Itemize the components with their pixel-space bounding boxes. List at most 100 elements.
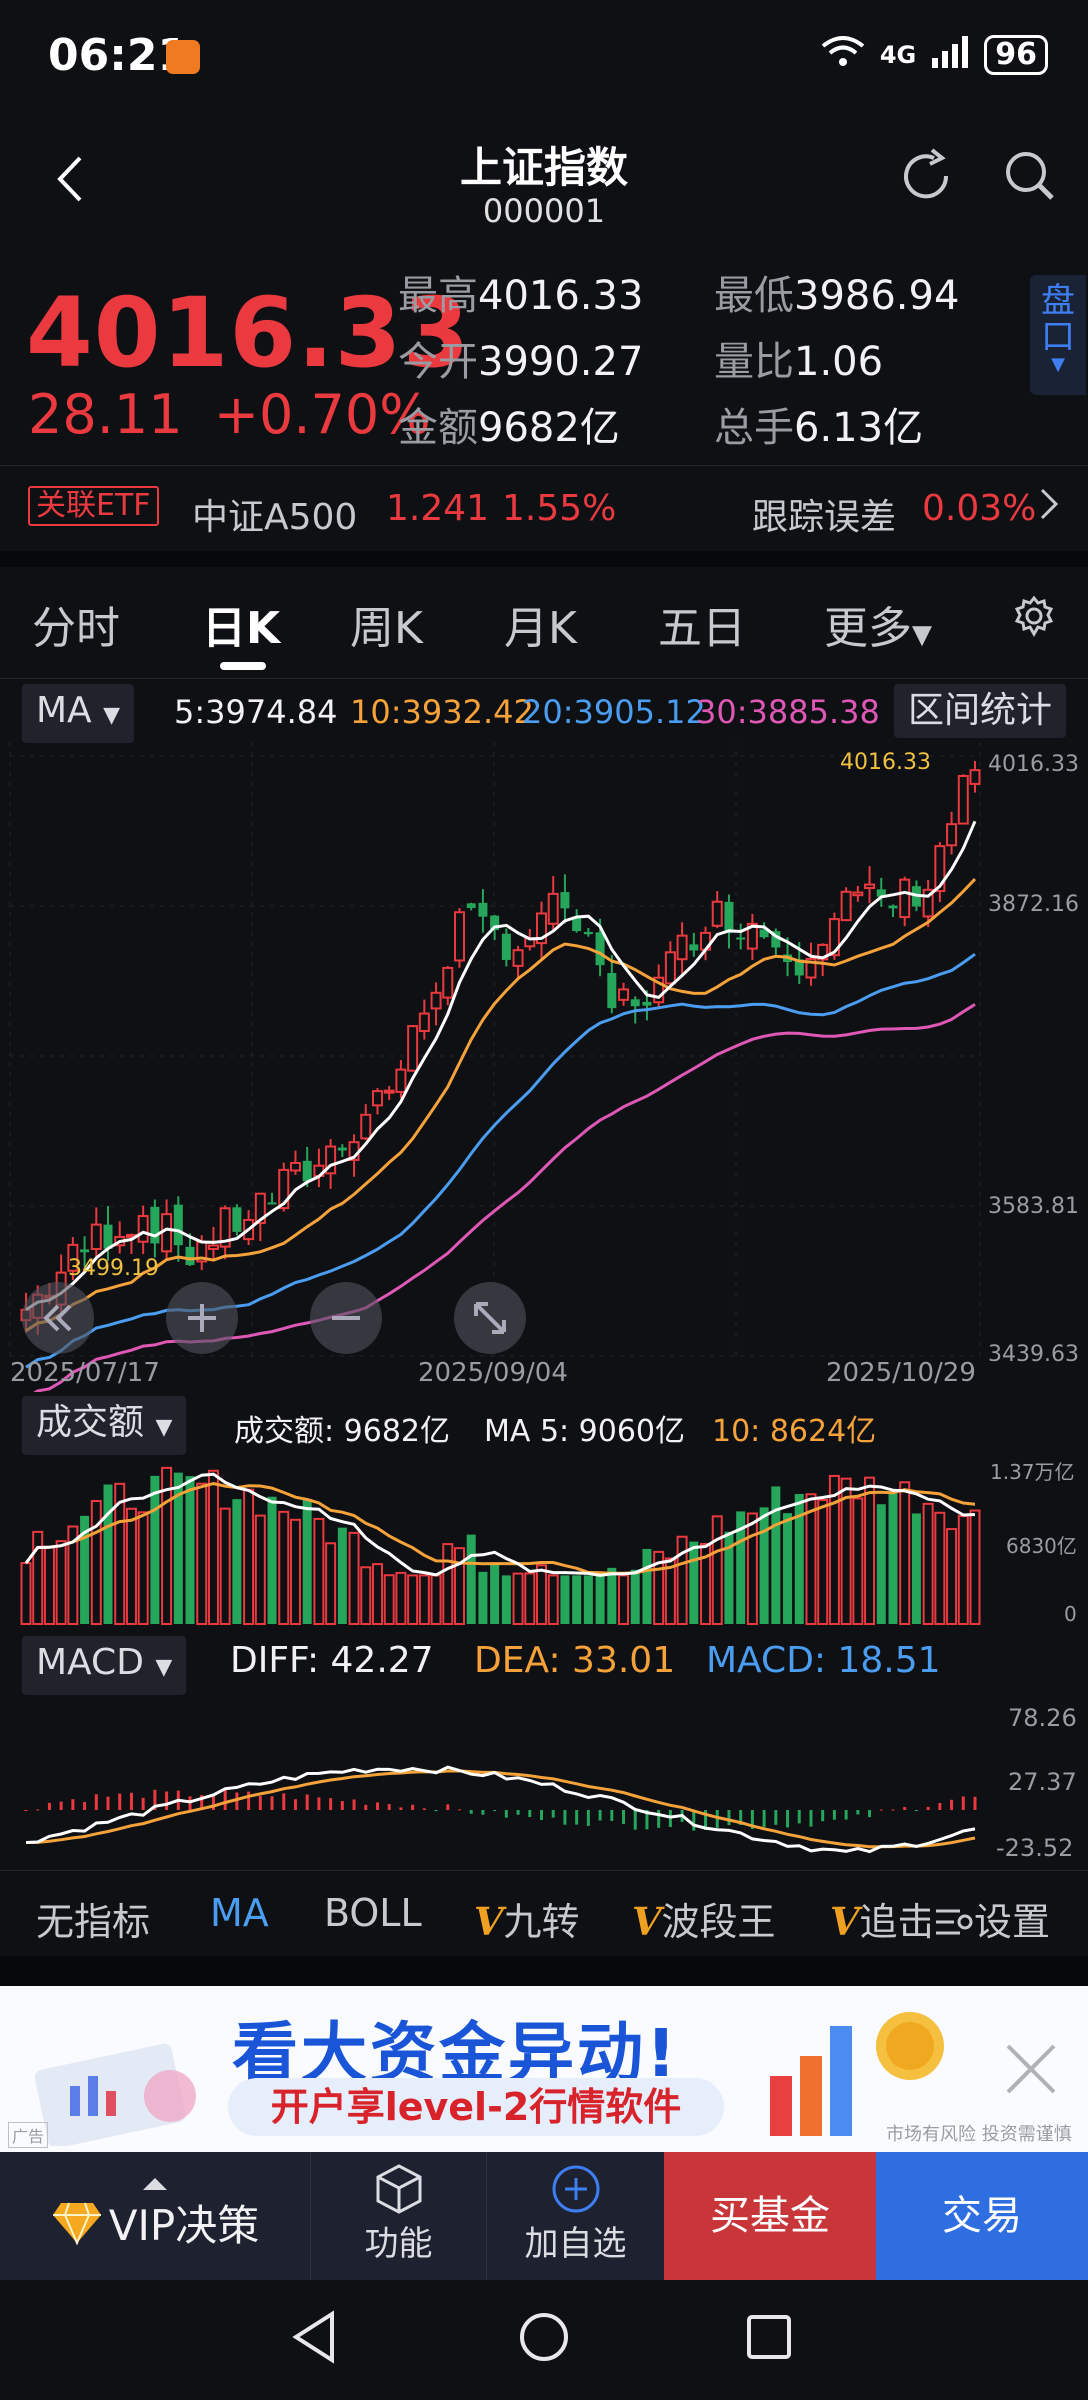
indicator-boll[interactable]: BOLL (324, 1891, 422, 1935)
gear-icon (1014, 595, 1054, 638)
y-label-bottom: 3439.63 (988, 1342, 1079, 1367)
indicator-ma[interactable]: MA (210, 1891, 269, 1935)
indicator-zhuiji[interactable]: V追击 (830, 1891, 930, 1946)
zoom-out-button[interactable] (310, 1282, 382, 1354)
fullscreen-button[interactable] (454, 1282, 526, 1354)
indicator-jiuzhuan[interactable]: V九转 (474, 1891, 580, 1946)
tab-daily-k[interactable]: 日K (202, 592, 280, 656)
indicator-none[interactable]: 无指标 (36, 1891, 150, 1946)
macd-bar (223, 1789, 227, 1810)
ad-illustration (30, 2036, 230, 2150)
volume-selector[interactable]: 成交额 ▼ (22, 1396, 187, 1455)
volume-bar (642, 1548, 652, 1624)
macd-bar (551, 1810, 555, 1818)
system-home-button[interactable] (517, 2310, 571, 2368)
volume-bar (313, 1517, 325, 1625)
macd-bar (329, 1798, 333, 1810)
macd-bar (797, 1810, 801, 1824)
volume-bar (466, 1534, 476, 1624)
volume-bar (583, 1575, 593, 1624)
high-marker: 4016.33 (840, 750, 931, 775)
tab-weekly-k[interactable]: 周K (350, 592, 423, 656)
volume-y-top: 1.37万亿 (990, 1460, 1075, 1484)
ad-banner[interactable]: 看大资金异动! 开户享level-2行情软件 市场有风险 投资需谨慎 广告 (0, 1986, 1088, 2152)
date-label-start: 2025/07/17 (10, 1358, 160, 1388)
candle-body (642, 1001, 652, 1006)
volume-ma10: 10: 8624亿 (712, 1414, 877, 1449)
low-marker: 3499.19 (68, 1256, 159, 1281)
macd-bar (352, 1799, 356, 1810)
trade-button[interactable]: 交易 (876, 2152, 1088, 2280)
volume-bar (325, 1542, 337, 1625)
related-etf-row[interactable]: 关联ETF 中证A500 1.241 1.55% 跟踪误差 0.03% (0, 465, 1088, 551)
volume-bar (278, 1510, 290, 1625)
indicator-boduanwang[interactable]: V波段王 (632, 1891, 776, 1946)
candle-body (630, 999, 640, 1007)
macd-bar (598, 1810, 602, 1821)
search-button[interactable] (1000, 146, 1060, 210)
macd-selector[interactable]: MACD ▼ (22, 1636, 187, 1695)
volume-bar (595, 1575, 605, 1624)
macd-bar (973, 1796, 977, 1810)
refresh-button[interactable] (896, 146, 956, 210)
tracking-error-label: 跟踪误差 (752, 497, 897, 538)
macd-bar (821, 1810, 825, 1822)
candle-body (736, 937, 746, 940)
close-icon (1006, 2044, 1056, 2094)
candle-body (711, 900, 723, 927)
stat-total-hands: 总手6.13亿 (714, 405, 924, 451)
kline-chart[interactable]: 4016.33 3499.19 4016.33 3872.16 3583.81 … (0, 742, 1088, 1400)
minus-icon (332, 1316, 360, 1320)
macd-bar (610, 1810, 614, 1821)
network-type: 4G (879, 41, 917, 69)
bottom-nav: VIP决策 功能 加自选 买基金 交易 (0, 2152, 1088, 2280)
macd-bar (844, 1810, 848, 1820)
scroll-left-button[interactable] (22, 1282, 94, 1354)
system-recents-button[interactable] (744, 2312, 794, 2366)
triangle-back-icon (292, 2310, 334, 2364)
v-badge-icon: V (632, 1899, 662, 1944)
macd-y-bottom: -23.52 (996, 1834, 1074, 1862)
macd-chart: 78.26 27.37 -23.52 (0, 1694, 1088, 1870)
range-stats-button[interactable]: 区间统计 (894, 684, 1067, 738)
order-book-button[interactable]: 盘口 ▼ (1030, 275, 1086, 395)
volume-bar (207, 1469, 219, 1626)
candle-body (689, 944, 699, 951)
buy-fund-button[interactable]: 买基金 (664, 2152, 876, 2280)
zoom-in-button[interactable] (166, 1282, 238, 1354)
macd-bar (657, 1810, 661, 1828)
function-button[interactable]: 功能 (310, 2152, 486, 2280)
tab-intraday[interactable]: 分时 (32, 592, 120, 656)
tab-monthly-k[interactable]: 月K (504, 592, 577, 656)
volume-bar (536, 1564, 548, 1626)
macd-bar (247, 1791, 251, 1810)
volume-y-mid: 6830亿 (1006, 1534, 1077, 1558)
vip-decision-button[interactable]: VIP决策 (0, 2152, 310, 2280)
tab-five-day[interactable]: 五日 (658, 592, 746, 656)
candle-body (232, 1207, 242, 1232)
add-watchlist-button[interactable]: 加自选 (486, 2152, 664, 2280)
app-notification-icon (166, 40, 200, 74)
candle-body (664, 951, 676, 985)
chart-settings-button[interactable] (1012, 594, 1056, 642)
volume-bar (196, 1482, 208, 1625)
macd-bar (481, 1810, 485, 1815)
tab-more[interactable]: 更多▼ (824, 592, 932, 656)
candle-body (80, 1249, 90, 1253)
volume-bar (43, 1545, 55, 1625)
plus-circle-icon (552, 2165, 599, 2213)
volume-bar (957, 1515, 969, 1625)
candle-body (501, 933, 511, 960)
system-back-button[interactable] (290, 2310, 340, 2368)
volume-bar (150, 1475, 160, 1624)
indicator-settings-button[interactable]: 设置 (934, 1891, 1050, 1946)
macd-bar (118, 1793, 122, 1810)
square-recents-icon (747, 2315, 791, 2359)
candle-body (478, 902, 488, 917)
kline-canvas (9, 742, 981, 1400)
ad-close-button[interactable] (1004, 2038, 1058, 2112)
volume-bar (267, 1496, 277, 1624)
macd-bar (364, 1804, 368, 1810)
divider (0, 1956, 1088, 1986)
ma-selector[interactable]: MA ▼ (22, 684, 135, 743)
